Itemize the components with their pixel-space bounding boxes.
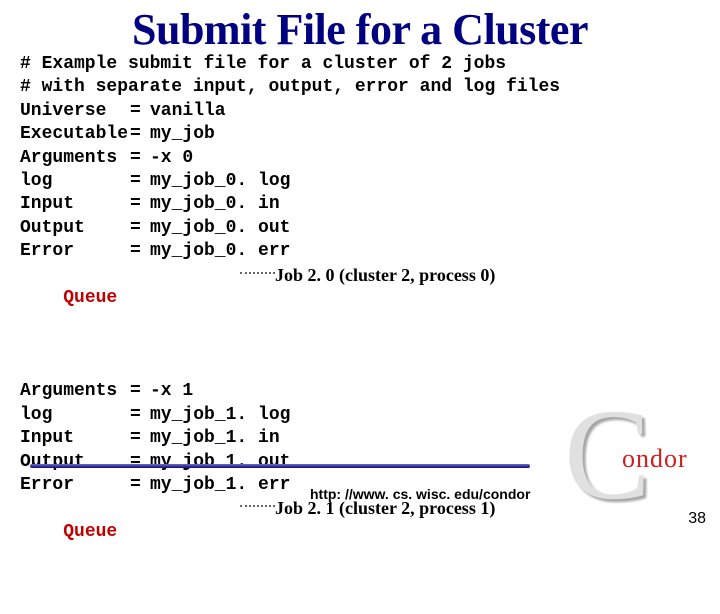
leader-dots-icon xyxy=(240,272,275,274)
code-row: log= my_job_1. log xyxy=(20,404,720,427)
code-val: -x 0 xyxy=(150,148,193,168)
code-row: Arguments= -x 0 xyxy=(20,147,720,170)
code-val: my_job xyxy=(150,124,215,144)
code-val: -x 1 xyxy=(150,381,193,401)
footer-url: http: //www. cs. wisc. edu/condor xyxy=(310,486,530,502)
code-row: Error= my_job_0. err xyxy=(20,240,720,263)
equals: = xyxy=(130,451,150,474)
code-val: my_job_0. log xyxy=(150,171,290,191)
queue-row: Queue Job 2. 0 (cluster 2, process 0) xyxy=(20,264,720,381)
comment-line: # Example submit file for a cluster of 2… xyxy=(20,53,720,76)
equals: = xyxy=(130,474,150,497)
queue-keyword: Queue xyxy=(63,521,173,544)
submit-file-code: # Example submit file for a cluster of 2… xyxy=(0,53,720,614)
code-val: my_job_1. out xyxy=(150,452,290,472)
equals: = xyxy=(130,217,150,240)
code-key: log xyxy=(20,404,130,427)
equals: = xyxy=(130,170,150,193)
equals: = xyxy=(130,240,150,263)
code-row: Universe= vanilla xyxy=(20,100,720,123)
equals: = xyxy=(130,380,150,403)
code-key: Input xyxy=(20,427,130,450)
code-val: vanilla xyxy=(150,101,226,121)
code-key: Output xyxy=(20,217,130,240)
equals: = xyxy=(130,100,150,123)
code-val: my_job_1. log xyxy=(150,405,290,425)
divider-bar xyxy=(30,464,530,468)
code-key: log xyxy=(20,170,130,193)
equals: = xyxy=(130,427,150,450)
code-key: Arguments xyxy=(20,147,130,170)
code-key: Error xyxy=(20,240,130,263)
comment-line: # with separate input, output, error and… xyxy=(20,76,720,99)
code-val: my_job_0. err xyxy=(150,241,290,261)
equals: = xyxy=(130,147,150,170)
code-key: Input xyxy=(20,193,130,216)
leader-dots-icon xyxy=(240,505,275,507)
code-key: Output xyxy=(20,451,130,474)
job-annotation: Job 2. 0 (cluster 2, process 0) xyxy=(275,264,495,287)
code-row: Output= my_job_1. out xyxy=(20,451,720,474)
code-row: Arguments= -x 1 xyxy=(20,380,720,403)
code-key: Arguments xyxy=(20,380,130,403)
code-row: log= my_job_0. log xyxy=(20,170,720,193)
page-number: 38 xyxy=(688,510,706,528)
code-key: Executable xyxy=(20,123,130,146)
code-row: Input= my_job_1. in xyxy=(20,427,720,450)
equals: = xyxy=(130,193,150,216)
code-key: Error xyxy=(20,474,130,497)
queue-keyword: Queue xyxy=(63,287,173,310)
code-val: my_job_1. in xyxy=(150,428,280,448)
code-row: Input= my_job_0. in xyxy=(20,193,720,216)
code-row: Executable= my_job xyxy=(20,123,720,146)
code-key: Universe xyxy=(20,100,130,123)
code-val: my_job_0. out xyxy=(150,218,290,238)
code-val: my_job_0. in xyxy=(150,194,280,214)
equals: = xyxy=(130,404,150,427)
code-row: Output= my_job_0. out xyxy=(20,217,720,240)
queue-row: Queue Job 2. 1 (cluster 2, process 1) xyxy=(20,497,720,614)
slide-title: Submit File for a Cluster xyxy=(0,0,720,55)
code-val: my_job_1. err xyxy=(150,475,290,495)
equals: = xyxy=(130,123,150,146)
